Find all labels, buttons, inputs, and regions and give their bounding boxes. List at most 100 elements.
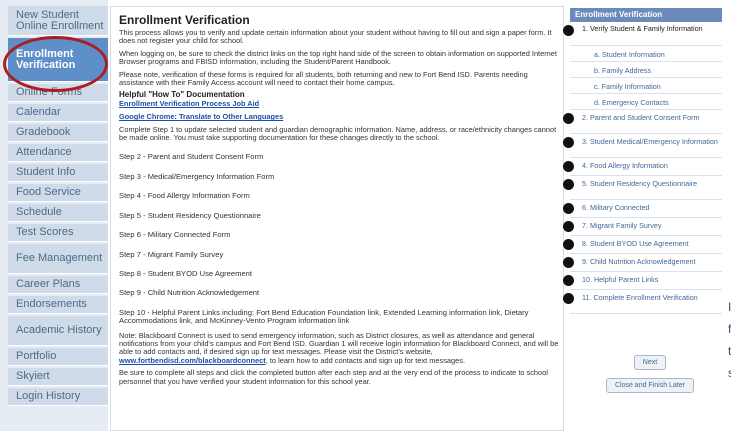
main-content: Enrollment Verification This process all…	[110, 6, 564, 431]
nav-label: Attendance	[16, 146, 72, 158]
status-dot-icon	[563, 257, 574, 268]
nav-label: Portfolio	[16, 350, 57, 362]
blackboard-link[interactable]: www.fortbendisd.com/blackboardconnect	[119, 356, 266, 365]
nav-schedule[interactable]: Schedule	[8, 204, 108, 222]
final-paragraph: Be sure to complete all steps and click …	[119, 368, 548, 386]
step-4-link[interactable]: 4. Food Allergy Information	[563, 158, 722, 176]
nav-endorsements[interactable]: Endorsements	[8, 296, 108, 314]
step-3: Step 3 - Medical/Emergency Information F…	[119, 171, 275, 181]
step-2-link[interactable]: 2. Parent and Student Consent Form	[563, 110, 722, 134]
nav-food-service[interactable]: Food Service	[8, 184, 108, 202]
panel-label: c. Family Information	[594, 82, 661, 91]
status-dot-icon	[563, 275, 574, 286]
nav-career-plans[interactable]: Career Plans	[8, 276, 108, 294]
step-11-link[interactable]: 11. Complete Enrollment Verification	[563, 290, 722, 314]
nav-online-forms[interactable]: Online Forms	[8, 84, 108, 102]
job-aid-link[interactable]: Enrollment Verification Process Job Aid	[119, 99, 259, 108]
left-nav: New Student Online Enrollment Enrollment…	[0, 0, 108, 431]
panel-label: 3. Student Medical/Emergency Information	[582, 137, 718, 146]
nav-label: Schedule	[16, 206, 62, 218]
note-text: Note: Blackboard Connect is used to send…	[119, 330, 559, 357]
panel-label: 5. Student Residency Questionnaire	[582, 179, 698, 188]
panel-buttons: Next Close and Finish Later	[595, 355, 705, 401]
panel-label: a. Student Information	[594, 50, 665, 59]
steps-panel-header: Enrollment Verification	[570, 8, 722, 22]
panel-label: 10. Helpful Parent Links	[582, 275, 659, 284]
nav-label: Login History	[16, 390, 81, 402]
nav-label: Fee Management	[16, 252, 103, 264]
nav-label: Endorsements	[16, 298, 87, 310]
nav-enrollment-verification[interactable]: Enrollment Verification	[8, 38, 108, 82]
nav-label: Academic History	[16, 324, 102, 336]
nav-attendance[interactable]: Attendance	[8, 144, 108, 162]
nav-fee-management[interactable]: Fee Management	[8, 244, 108, 274]
panel-label: 6. Military Connected	[582, 203, 650, 212]
next-button[interactable]: Next	[633, 355, 667, 370]
nav-student-info[interactable]: Student Info	[8, 164, 108, 182]
student-information-link[interactable]: a. Student Information	[570, 46, 722, 62]
nav-label: Enrollment Verification	[16, 47, 76, 71]
panel-label: 8. Student BYOD Use Agreement	[582, 239, 689, 248]
note-paragraph: Please note, verification of these forms…	[119, 69, 528, 88]
nav-label: Student Info	[16, 166, 76, 178]
nav-label: New Student Online Enrollment	[16, 8, 104, 32]
step-1-link[interactable]: 1. Verify Student & Family Information	[563, 22, 722, 46]
status-dot-icon	[563, 239, 574, 250]
google-translate-link[interactable]: Google Chrome: Translate to Other Langua…	[119, 112, 283, 121]
step-3-link[interactable]: 3. Student Medical/Emergency Information	[563, 134, 722, 158]
family-information-link[interactable]: c. Family Information	[570, 78, 722, 94]
panel-label: 11. Complete Enrollment Verification	[582, 293, 698, 302]
nav-gradebook[interactable]: Gradebook	[8, 124, 108, 142]
steps-panel: Enrollment Verification 1. Verify Studen…	[563, 8, 722, 348]
nav-portfolio[interactable]: Portfolio	[8, 348, 108, 366]
status-dot-icon	[563, 113, 574, 124]
status-dot-icon	[563, 221, 574, 232]
step-4: Step 4 - Food Allergy Information Form	[119, 191, 250, 201]
nav-test-scores[interactable]: Test Scores	[8, 224, 108, 242]
step-6-link[interactable]: 6. Military Connected	[563, 200, 722, 218]
nav-label: Calendar	[16, 106, 61, 118]
step-10-link[interactable]: 10. Helpful Parent Links	[563, 272, 722, 290]
panel-label: 1. Verify Student & Family Information	[582, 24, 703, 33]
panel-label: 2. Parent and Student Consent Form	[582, 113, 700, 122]
panel-label: b. Family Address	[594, 66, 652, 75]
nav-login-history[interactable]: Login History	[8, 388, 108, 406]
close-finish-later-button[interactable]: Close and Finish Later	[605, 378, 695, 393]
step-10: Step 10 - Helpful Parent Links including…	[119, 307, 529, 326]
step-5-link[interactable]: 5. Student Residency Questionnaire	[563, 176, 722, 200]
note-end: , to learn how to add contacts and sign …	[265, 355, 466, 365]
step-9-link[interactable]: 9. Child Nutrition Acknowledgement	[563, 254, 722, 272]
step-7: Step 7 - Migrant Family Survey	[119, 249, 224, 259]
logging-paragraph: When logging on, be sure to check the di…	[119, 48, 557, 67]
step-8: Step 8 - Student BYOD Use Agreement	[119, 268, 252, 278]
panel-label: 4. Food Allergy Information	[582, 161, 668, 170]
status-dot-icon	[563, 293, 574, 304]
step-6: Step 6 - Military Connected Form	[119, 230, 231, 240]
status-dot-icon	[563, 25, 574, 36]
status-dot-icon	[563, 137, 574, 148]
emergency-contacts-link[interactable]: d. Emergency Contacts	[570, 94, 722, 110]
nav-label: Skyiert	[16, 370, 50, 382]
nav-label: Food Service	[16, 186, 81, 198]
page: New Student Online Enrollment Enrollment…	[0, 0, 731, 431]
status-dot-icon	[563, 161, 574, 172]
nav-label: Online Forms	[16, 86, 83, 98]
step-8-link[interactable]: 8. Student BYOD Use Agreement	[563, 236, 722, 254]
status-dot-icon	[563, 203, 574, 214]
step-2: Step 2 - Parent and Student Consent Form	[119, 152, 264, 162]
nav-skyiert[interactable]: Skyiert	[8, 368, 108, 386]
status-dot-icon	[563, 179, 574, 190]
nav-calendar[interactable]: Calendar	[8, 104, 108, 122]
step-7-link[interactable]: 7. Migrant Family Survey	[563, 218, 722, 236]
panel-label: d. Emergency Contacts	[594, 98, 669, 107]
step1-paragraph: Complete Step 1 to update selected stude…	[119, 124, 557, 143]
panel-label: 9. Child Nutrition Acknowledgement	[582, 257, 696, 266]
nav-new-student-online-enrollment[interactable]: New Student Online Enrollment	[8, 6, 108, 36]
step-5: Step 5 - Student Residency Questionnaire	[119, 210, 261, 220]
instructions: This process allows you to verify and up…	[119, 28, 559, 390]
nav-label: Gradebook	[16, 126, 71, 138]
family-address-link[interactable]: b. Family Address	[570, 62, 722, 78]
nav-academic-history[interactable]: Academic History	[8, 316, 108, 346]
blackboard-note: Note: Blackboard Connect is used to send…	[119, 330, 559, 366]
page-title: Enrollment Verification	[119, 13, 250, 27]
